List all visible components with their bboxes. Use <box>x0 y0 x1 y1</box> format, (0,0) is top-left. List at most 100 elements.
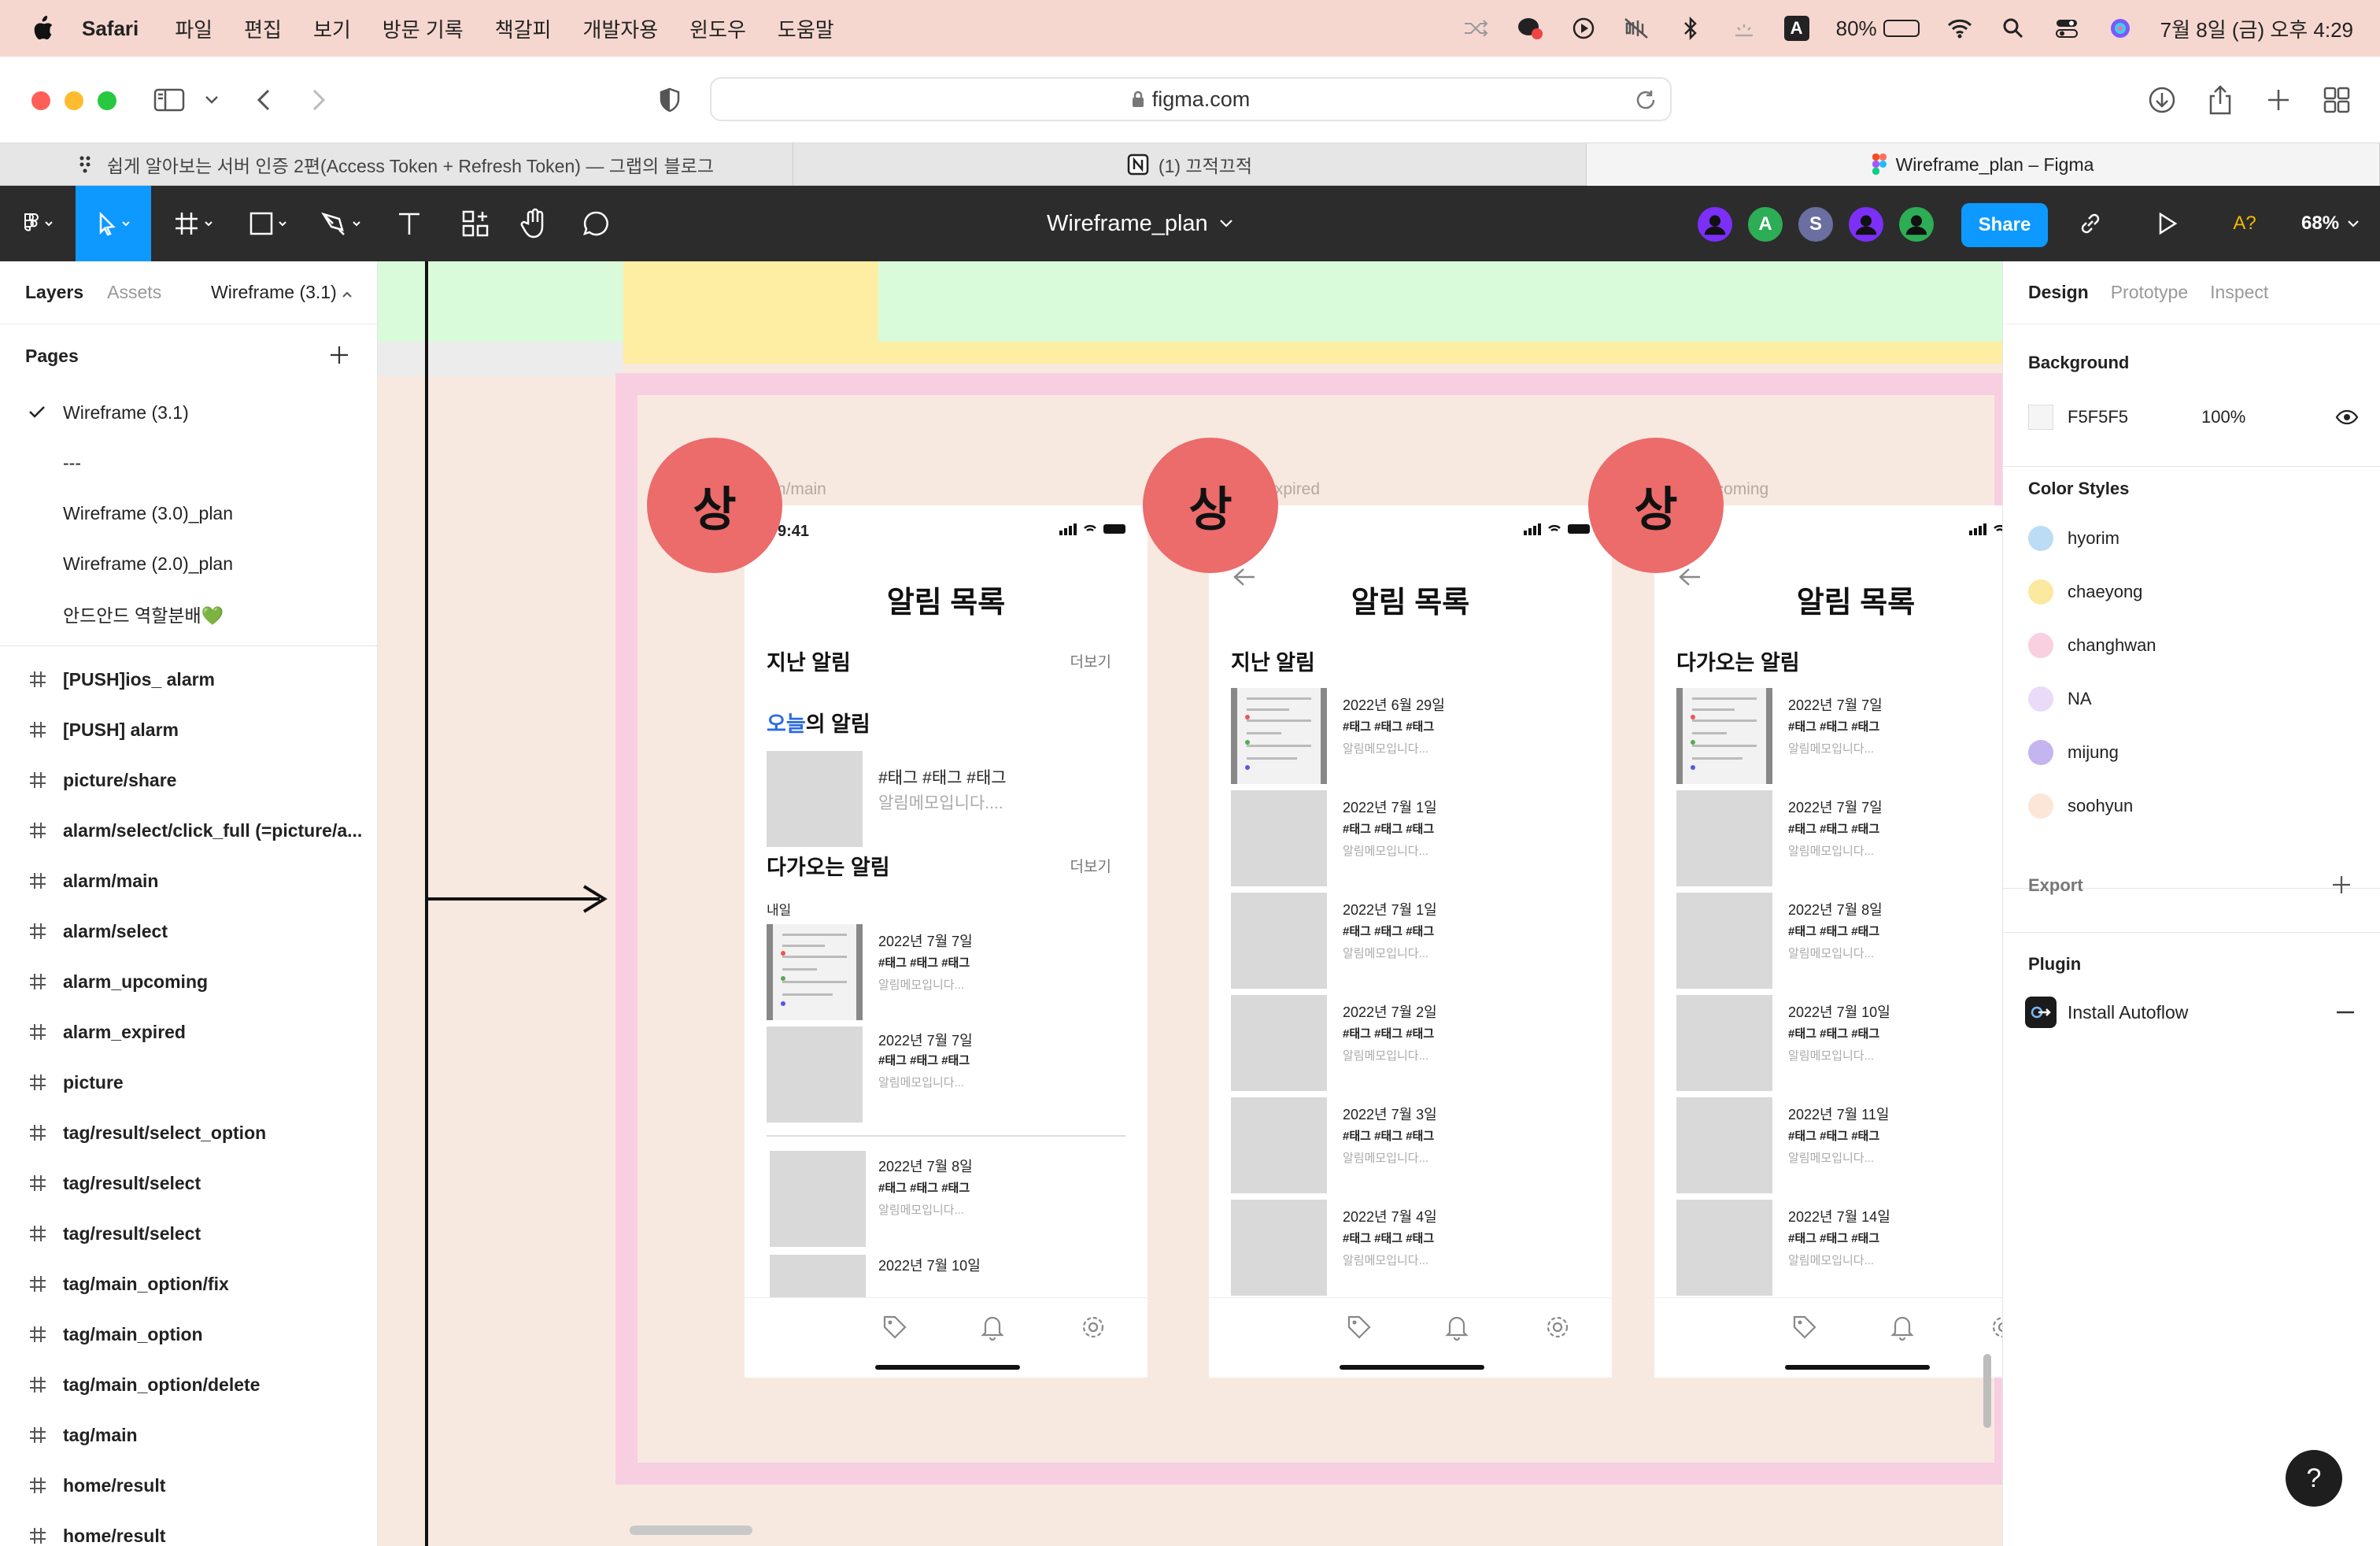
spotlight-search-icon[interactable] <box>2000 17 2027 40</box>
forward-arrow-icon[interactable] <box>299 80 338 120</box>
input-source-indicator[interactable]: A <box>1783 16 1809 41</box>
background-swatch[interactable] <box>2028 405 2053 430</box>
priority-badge[interactable]: 상 <box>1143 438 1278 573</box>
frame-layer-item[interactable]: tag/main_option <box>0 1309 377 1359</box>
menu-file[interactable]: 파일 <box>175 14 213 43</box>
tab-figma[interactable]: Wireframe_plan – Figma <box>1587 143 2380 186</box>
color-style-item[interactable]: NA <box>2028 683 2092 715</box>
menu-develop[interactable]: 개발자용 <box>582 14 658 43</box>
hand-tool[interactable] <box>513 186 556 261</box>
collaborator-avatar[interactable] <box>1846 205 1886 244</box>
tab-blog[interactable]: 쉽게 알아보는 서버 인증 2편(Access Token + Refresh … <box>0 143 793 186</box>
background-fill-row[interactable]: F5F5F5 100% <box>2028 401 2359 433</box>
image-placeholder[interactable] <box>1231 790 1327 886</box>
image-placeholder[interactable] <box>767 751 863 847</box>
image-placeholder[interactable] <box>1676 1200 1772 1296</box>
address-bar[interactable]: figma.com <box>710 77 1672 121</box>
phone-frame-alarm-main[interactable]: 9:41 알림 목록 지난 알림 더보기 오늘의 알림 #태그 #태그 #태그 … <box>745 505 1148 1378</box>
tab-overview-icon[interactable] <box>2317 80 2356 120</box>
zoom-menu[interactable]: 68% <box>2301 186 2360 261</box>
past-more-link[interactable]: 더보기 <box>1070 650 1111 671</box>
menu-view[interactable]: 보기 <box>313 14 351 43</box>
horizontal-scrollbar[interactable] <box>630 1526 752 1535</box>
settings-gear-icon[interactable] <box>1080 1314 1107 1341</box>
priority-badge[interactable]: 상 <box>647 438 782 573</box>
privacy-shield-icon[interactable] <box>650 80 689 120</box>
frame-layer-item[interactable]: tag/result/select <box>0 1208 377 1259</box>
file-name-button[interactable]: Wireframe_plan <box>1047 186 1233 261</box>
color-style-item[interactable]: soohyun <box>2028 790 2133 822</box>
apple-logo-icon[interactable] <box>31 16 55 41</box>
share-button[interactable]: Share <box>1961 203 2048 247</box>
image-placeholder[interactable] <box>1676 995 1772 1091</box>
play-circle-icon[interactable] <box>1570 17 1597 40</box>
frame-layer-item[interactable]: alarm/select/click_full (=picture/a... <box>0 805 377 856</box>
minus-icon[interactable] <box>2335 1010 2356 1015</box>
tag-icon[interactable] <box>1346 1314 1373 1341</box>
add-page-icon[interactable] <box>326 342 353 368</box>
color-style-item[interactable]: changhwan <box>2028 630 2156 661</box>
frame-layer-item[interactable]: picture <box>0 1057 377 1108</box>
image-placeholder[interactable] <box>1231 893 1327 989</box>
new-tab-icon[interactable] <box>2259 80 2298 120</box>
brightness-icon[interactable] <box>1731 17 1757 40</box>
siri-icon[interactable] <box>2107 17 2134 40</box>
missing-fonts-button[interactable]: A? <box>2223 186 2267 261</box>
battery-status[interactable]: 80% <box>1836 17 1920 41</box>
shape-tool[interactable] <box>239 186 298 261</box>
image-placeholder[interactable] <box>1231 995 1327 1091</box>
page-item-roles[interactable]: 안드안드 역할분배💚 <box>0 589 377 639</box>
tab-notion[interactable]: (1) 끄적끄적 <box>793 143 1587 186</box>
menu-bookmarks[interactable]: 책갈피 <box>495 14 552 43</box>
frame-tool[interactable] <box>165 186 224 261</box>
image-placeholder[interactable] <box>767 1026 863 1123</box>
frame-layer-item[interactable]: tag/result/select <box>0 1158 377 1208</box>
frame-layer-item[interactable]: tag/main_option/delete <box>0 1359 377 1410</box>
frame-layer-item[interactable]: alarm_upcoming <box>0 956 377 1007</box>
frame-layer-item[interactable]: alarm/select <box>0 906 377 956</box>
main-menu-button[interactable] <box>8 186 68 261</box>
frame-layer-item[interactable]: home/result <box>0 1511 377 1546</box>
collaborator-avatar[interactable]: S <box>1796 205 1835 244</box>
bell-icon[interactable] <box>981 1314 1004 1341</box>
add-export-icon[interactable] <box>2329 872 2354 897</box>
menu-help[interactable]: 도움말 <box>778 14 834 43</box>
design-canvas[interactable]: alarm/main rm_expired rm_upcoming 9:41 알… <box>378 261 2002 1546</box>
collaborator-avatar[interactable]: A <box>1746 205 1785 244</box>
background-hex[interactable]: F5F5F5 <box>2068 407 2201 427</box>
tab-prototype[interactable]: Prototype <box>2111 282 2188 303</box>
plugin-item[interactable]: Install Autoflow <box>2025 997 2356 1028</box>
menu-edit[interactable]: 편집 <box>244 14 282 43</box>
image-placeholder[interactable] <box>1676 790 1772 886</box>
mute-icon[interactable] <box>1624 17 1650 40</box>
eye-visibility-icon[interactable] <box>2335 409 2359 425</box>
menu-history[interactable]: 방문 기록 <box>382 14 464 43</box>
sidebar-toggle-icon[interactable] <box>150 80 189 120</box>
chevron-down-icon[interactable] <box>192 80 231 120</box>
screenshot-thumbnail[interactable] <box>767 924 863 1020</box>
messenger-icon[interactable] <box>1517 17 1543 40</box>
bell-icon[interactable] <box>1890 1314 1914 1341</box>
shuffle-icon[interactable] <box>1463 17 1490 40</box>
bell-icon[interactable] <box>1445 1314 1469 1341</box>
color-style-item[interactable]: hyorim <box>2028 523 2119 554</box>
frame-layer-item[interactable]: [PUSH]ios_ alarm <box>0 654 377 705</box>
color-style-item[interactable]: chaeyong <box>2028 576 2142 608</box>
settings-gear-icon[interactable] <box>1990 1314 2002 1341</box>
frame-layer-item[interactable]: tag/main_option/fix <box>0 1259 377 1309</box>
reload-icon[interactable] <box>1634 88 1658 112</box>
help-button[interactable]: ? <box>2286 1450 2342 1507</box>
collaborator-avatar[interactable] <box>1897 205 1936 244</box>
bluetooth-icon[interactable] <box>1677 17 1704 40</box>
frame-layer-item[interactable]: alarm_expired <box>0 1007 377 1057</box>
copy-link-button[interactable] <box>2068 186 2112 261</box>
page-item-separator[interactable]: --- <box>0 438 377 488</box>
phone-frame-alarm-expired[interactable]: 1 알림 목록 지난 알림 2022년 6월 29일#태그 #태그 #태그알림메… <box>1209 505 1612 1378</box>
control-center-icon[interactable] <box>2053 17 2080 40</box>
page-item-wireframe-3-0[interactable]: Wireframe (3.0)_plan <box>0 488 377 538</box>
screenshot-thumbnail[interactable] <box>1676 688 1772 784</box>
frame-layer-item[interactable]: tag/result/select_option <box>0 1108 377 1158</box>
downloads-icon[interactable] <box>2142 80 2182 120</box>
page-item-wireframe-2-0[interactable]: Wireframe (2.0)_plan <box>0 538 377 589</box>
upcoming-more-link[interactable]: 더보기 <box>1070 855 1111 876</box>
